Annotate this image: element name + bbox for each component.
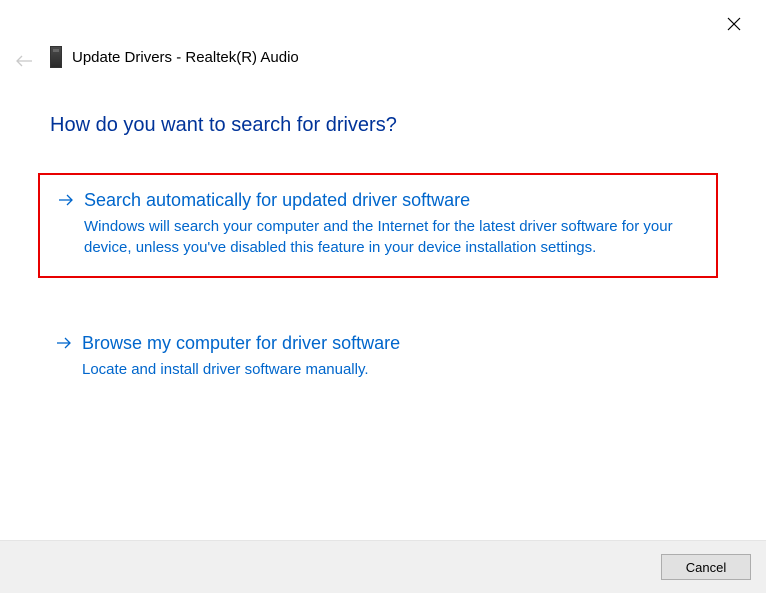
option-description: Locate and install driver software manua… (82, 359, 700, 380)
option-title: Browse my computer for driver software (82, 332, 700, 355)
device-icon (50, 46, 62, 68)
page-heading: How do you want to search for drivers? (50, 114, 397, 137)
cancel-button[interactable]: Cancel (661, 554, 751, 580)
back-arrow-icon (15, 54, 33, 68)
option-title: Search automatically for updated driver … (84, 189, 698, 212)
arrow-right-icon (56, 336, 72, 354)
dialog-footer: Cancel (0, 540, 766, 593)
option-search-automatically[interactable]: Search automatically for updated driver … (38, 173, 718, 278)
close-icon (727, 17, 741, 31)
window-title: Update Drivers - Realtek(R) Audio (72, 49, 299, 66)
option-browse-computer[interactable]: Browse my computer for driver software L… (38, 318, 718, 398)
option-description: Windows will search your computer and th… (84, 216, 698, 258)
title-bar: Update Drivers - Realtek(R) Audio (50, 46, 299, 68)
close-button[interactable] (724, 14, 744, 34)
back-button (14, 52, 34, 70)
arrow-right-icon (58, 193, 74, 211)
